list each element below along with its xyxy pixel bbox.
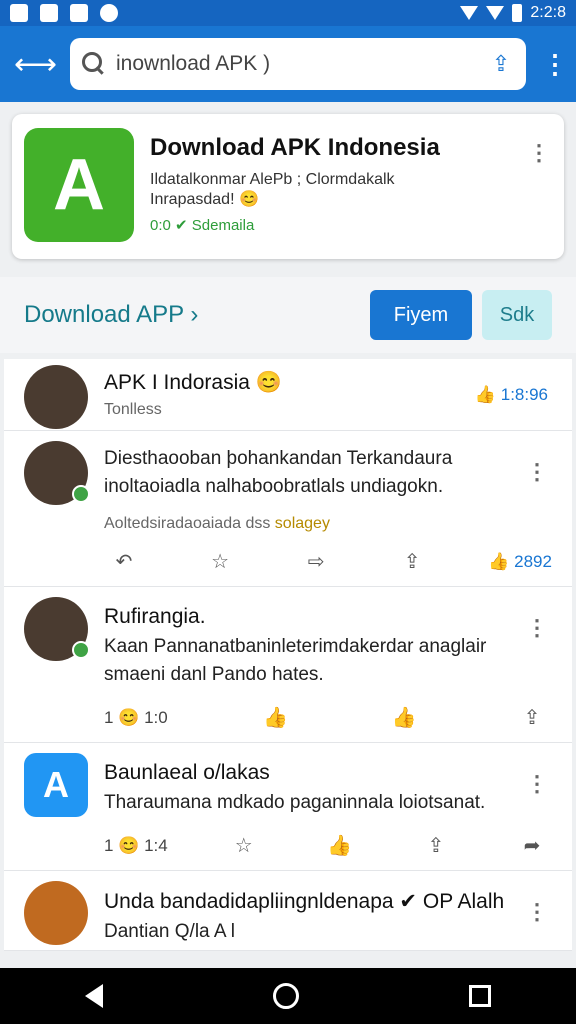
download-section: Download APP › Fiyem Sdk <box>0 277 576 353</box>
avatar[interactable] <box>24 365 88 429</box>
app-bar: ⟷ inownload APK ) ⇪ ⋮ <box>0 26 576 102</box>
reply-icon[interactable]: ↶ <box>104 549 144 574</box>
recents-icon[interactable] <box>469 985 491 1007</box>
like-count[interactable]: 👍 2892 <box>488 552 552 572</box>
like-icon[interactable]: 👍 <box>256 705 296 730</box>
post-actions: ↶ ☆ ⇨ ⇪ 👍 2892 <box>24 549 552 574</box>
gallery-icon <box>10 4 28 22</box>
reaction-count[interactable]: 1 😊 1:4 <box>104 836 168 856</box>
status-time: 2:2:8 <box>530 4 566 21</box>
avatar[interactable] <box>24 881 88 945</box>
share-icon[interactable]: ⇪ <box>512 705 552 730</box>
edit-icon <box>40 4 58 22</box>
like-count[interactable]: 👍 1:8:96 <box>475 385 548 405</box>
home-icon[interactable] <box>273 983 299 1009</box>
post-text: Tharaumana mdkado paganinnala loiotsanat… <box>104 792 486 813</box>
post-actions: 1 😊 1:4 ☆ 👍 ⇪ ➦ <box>24 833 552 858</box>
post-actions: 1 😊 1:0 👍 👍 ⇪ <box>24 705 552 730</box>
back-icon[interactable] <box>85 984 103 1008</box>
search-bar[interactable]: inownload APK ) ⇪ <box>70 38 526 90</box>
post-text: Dantian Q/la A l <box>104 921 235 942</box>
list-item[interactable]: APK I Indorasia 😊 Tonlless 👍 1:8:96 <box>4 359 572 431</box>
share-icon[interactable]: ⇪ <box>416 833 456 858</box>
app-header-card[interactable]: A Download APK Indonesia Ildatalkonmar A… <box>12 114 564 259</box>
post-more-icon[interactable]: ⋮ <box>526 899 548 925</box>
post-subtitle: Aoltedsiradaoaiada dss solagey <box>104 515 330 532</box>
app-logo: A <box>24 128 134 242</box>
star-icon[interactable]: ☆ <box>224 833 264 858</box>
chat-icon <box>100 4 118 22</box>
app-meta: 0:0 ✔ Sdemaila <box>150 217 255 234</box>
share-icon[interactable]: ⇪ <box>392 549 432 574</box>
list-item[interactable]: A Baunlaeal o/lakas Tharaumana mdkado pa… <box>4 743 572 871</box>
system-nav-bar <box>0 968 576 1024</box>
forward-icon[interactable]: ➦ <box>512 833 552 858</box>
post-text: Kaan Pannanatbaninleterimdakerdar anagla… <box>104 636 487 685</box>
mail-icon <box>70 4 88 22</box>
app-avatar[interactable]: A <box>24 753 88 817</box>
status-bar: 2:2:8 <box>0 0 576 26</box>
like-icon[interactable]: 👍 <box>320 833 360 858</box>
star-icon[interactable]: ☆ <box>200 549 240 574</box>
reaction-count[interactable]: 1 😊 1:0 <box>104 708 168 728</box>
primary-button[interactable]: Fiyem <box>370 290 472 340</box>
like-icon[interactable]: 👍 <box>384 705 424 730</box>
list-item[interactable]: Rufirangia. Kaan Pannanatbaninleterimdak… <box>4 587 572 743</box>
wifi-icon <box>460 6 479 20</box>
post-title: Rufirangia. <box>104 605 206 628</box>
forward-icon[interactable]: ⇨ <box>296 549 336 574</box>
post-more-icon[interactable]: ⋮ <box>526 459 548 485</box>
section-title[interactable]: Download APP › <box>24 301 370 329</box>
verified-badge <box>72 485 90 503</box>
post-more-icon[interactable]: ⋮ <box>526 771 548 797</box>
list-item[interactable]: Diesthaooban þohankandan Terkandaura ino… <box>4 431 572 587</box>
share-icon[interactable]: ⇪ <box>488 51 514 77</box>
app-subtitle: Ildatalkonmar AlePb ; Clormdakalk Inrapa… <box>150 171 395 208</box>
signal-icon <box>486 6 505 20</box>
swap-arrows-icon[interactable]: ⟷ <box>14 47 57 82</box>
avatar[interactable] <box>24 441 90 505</box>
more-options-icon[interactable]: ⋮ <box>542 49 568 80</box>
card-more-icon[interactable]: ⋮ <box>528 140 550 166</box>
post-title: Unda bandadidapliingnldenapa ✔ OP Alalh <box>104 890 505 913</box>
list-item[interactable]: Unda bandadidapliingnldenapa ✔ OP Alalh … <box>4 871 572 951</box>
search-input[interactable]: inownload APK ) <box>116 52 478 76</box>
search-icon <box>82 52 106 76</box>
post-title: Baunlaeal o/lakas <box>104 761 270 784</box>
post-more-icon[interactable]: ⋮ <box>526 615 548 641</box>
battery-icon <box>512 4 523 22</box>
secondary-button[interactable]: Sdk <box>482 290 552 340</box>
avatar[interactable] <box>24 597 90 661</box>
post-text: Diesthaooban þohankandan Terkandaura ino… <box>104 448 453 497</box>
verified-badge <box>72 641 90 659</box>
feed: APK I Indorasia 😊 Tonlless 👍 1:8:96 Dies… <box>4 359 572 951</box>
app-title: Download APK Indonesia <box>150 134 440 161</box>
